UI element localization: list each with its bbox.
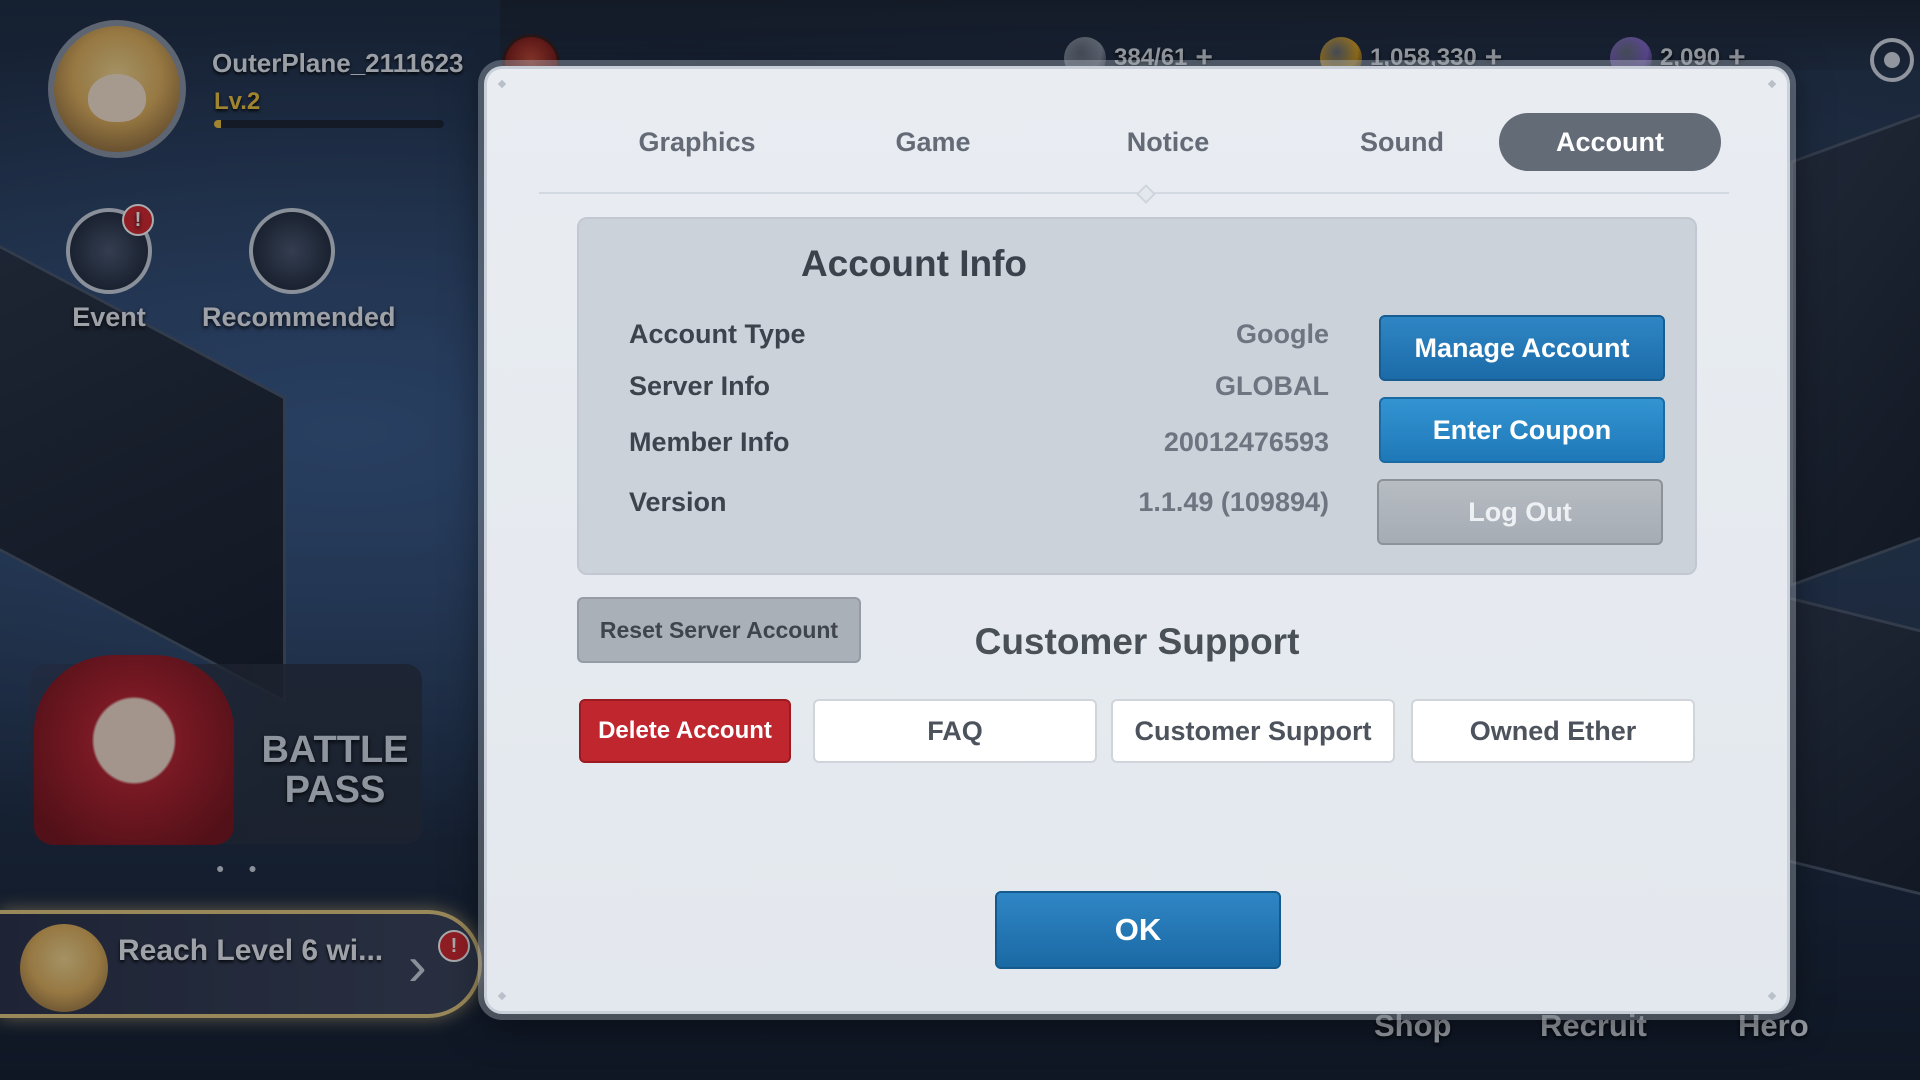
info-row-account-type: Account Type Google	[629, 319, 1329, 359]
info-value: GLOBAL	[1215, 371, 1329, 401]
corner-ornament	[1767, 991, 1777, 1001]
owned-ether-button[interactable]: Owned Ether	[1411, 699, 1695, 763]
manage-account-button[interactable]: Manage Account	[1379, 315, 1665, 381]
log-out-button[interactable]: Log Out	[1377, 479, 1663, 545]
info-value: Google	[1236, 319, 1329, 349]
settings-tabs: Graphics Game Notice Sound Account	[537, 113, 1721, 173]
info-label: Member Info	[629, 427, 790, 457]
tab-account[interactable]: Account	[1499, 113, 1721, 171]
corner-ornament	[1767, 79, 1777, 89]
reset-server-account-button[interactable]: Reset Server Account	[577, 597, 861, 663]
customer-support-title: Customer Support	[974, 621, 1300, 662]
info-value: 1.1.49 (109894)	[1138, 487, 1329, 517]
info-value: 20012476593	[1163, 427, 1329, 457]
corner-ornament	[497, 79, 507, 89]
ok-button[interactable]: OK	[995, 891, 1281, 969]
tab-divider-ornament	[1136, 184, 1156, 204]
info-label: Server Info	[629, 371, 771, 401]
info-row-server-info: Server Info GLOBAL	[629, 371, 1329, 411]
tab-graphics[interactable]: Graphics	[597, 113, 797, 171]
settings-dialog: Graphics Game Notice Sound Account Accou…	[484, 66, 1790, 1014]
tab-divider	[539, 192, 1729, 194]
account-info-panel: Account Info Account Type Google Server …	[577, 217, 1697, 575]
game-screen: OuterPlane_2111623 Lv.2 384/61 + 1,058,3…	[0, 0, 1920, 1080]
delete-account-button[interactable]: Delete Account	[579, 699, 791, 763]
corner-ornament	[497, 991, 507, 1001]
customer-support-button[interactable]: Customer Support	[1111, 699, 1395, 763]
enter-coupon-button[interactable]: Enter Coupon	[1379, 397, 1665, 463]
info-row-version: Version 1.1.49 (109894)	[629, 487, 1329, 527]
tab-notice[interactable]: Notice	[1068, 113, 1268, 171]
tab-sound[interactable]: Sound	[1302, 113, 1502, 171]
tab-game[interactable]: Game	[833, 113, 1033, 171]
account-info-title: Account Info	[800, 243, 1028, 284]
info-row-member-info: Member Info 20012476593	[629, 427, 1329, 467]
info-label: Version	[629, 487, 727, 517]
faq-button[interactable]: FAQ	[813, 699, 1097, 763]
info-label: Account Type	[629, 319, 806, 349]
